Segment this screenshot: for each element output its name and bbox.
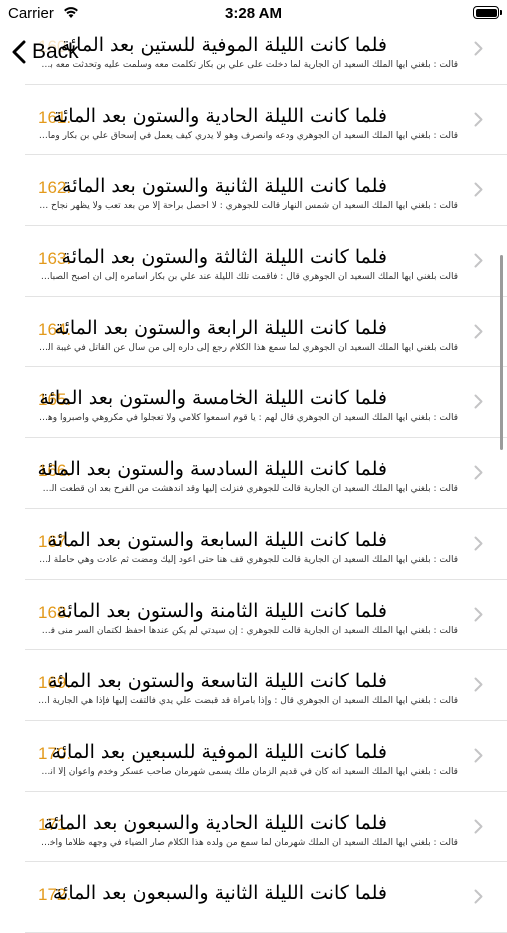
navigation-bar: Back: [0, 28, 507, 74]
list-item[interactable]: 167. فلما كانت الليلة السابعة والستون بع…: [25, 509, 507, 580]
item-snippet: قالت : بلغني أيها الملك السعيد أن الجوهر…: [38, 696, 458, 707]
list-item[interactable]: 165. فلما كانت الليلة الخامسة والستون بع…: [25, 367, 507, 439]
chevron-right-icon: [474, 112, 483, 127]
list-item[interactable]: 170. فلما كانت الليلة الموفية للسبعين بع…: [25, 721, 507, 792]
item-title: فلما كانت الليلة الثانية والستون بعد الم…: [62, 175, 387, 198]
item-title: فلما كانت الليلة الرابعة والستون بعد الم…: [54, 316, 387, 339]
item-title: فلما كانت الليلة الثامنة والستون بعد الم…: [57, 599, 387, 622]
item-snippet: قالت : بلغني أيها الملك السعيد أن الجوهر…: [38, 130, 458, 141]
item-title: فلما كانت الليلة الخامسة والستون بعد الم…: [39, 387, 387, 410]
item-title: فلما كانت الليلة الحادية والستون بعد الم…: [52, 104, 387, 127]
chevron-left-icon: [12, 40, 26, 64]
list-item[interactable]: 171. فلما كانت الليلة الحادية والسبعون ب…: [25, 792, 507, 863]
chevron-right-icon: [474, 607, 483, 621]
battery-icon: [473, 6, 502, 19]
chevron-right-icon: [474, 324, 483, 339]
chevron-right-icon: [474, 536, 483, 551]
list-item[interactable]: 168. فلما كانت الليلة الثامنة والستون بع…: [25, 580, 507, 651]
item-snippet: قالت : بلغني أيها الملك السعيد أن شمس ال…: [38, 201, 458, 212]
item-title: فلما كانت الليلة الثالثة والستون بعد الم…: [61, 246, 387, 269]
item-snippet: قالت بلغني أيها الملك السعيد أن الجوهري …: [38, 342, 458, 353]
back-button[interactable]: Back: [12, 36, 79, 68]
chevron-right-icon: [474, 182, 483, 197]
list-item[interactable]: 164. فلما كانت الليلة الرابعة والستون بع…: [25, 297, 507, 368]
item-snippet: قالت بلغني أيها الملك السعيد أن الجوهري …: [38, 272, 458, 283]
list-item[interactable]: 163. فلما كانت الليلة الثالثة والستون بع…: [25, 226, 507, 297]
item-snippet: قالت : بلغني أيها الملك السعيد أن الملك …: [38, 837, 458, 848]
chevron-right-icon: [474, 677, 483, 692]
chevron-right-icon: [474, 819, 483, 834]
status-time: 3:28 AM: [225, 5, 282, 22]
item-snippet: قالت : بلغني أيها الملك السعيد أنه كان ف…: [38, 766, 458, 777]
list-item[interactable]: 172. فلما كانت الليلة الثانية والسبعون ب…: [25, 862, 507, 933]
chevron-right-icon: [474, 253, 483, 268]
chevron-right-icon: [474, 465, 483, 480]
list-item[interactable]: 161. فلما كانت الليلة الحادية والستون بع…: [25, 85, 507, 156]
item-snippet: قالت : بلغني أيها الملك السعيد أن الجاري…: [38, 484, 458, 495]
item-snippet: قالت : بلغني أيها الملك السعيد أن الجوهر…: [38, 413, 458, 424]
status-bar: Carrier 3:28 AM: [0, 0, 507, 28]
item-title: فلما كانت الليلة السادسة والستون بعد الم…: [37, 458, 387, 481]
item-title: فلما كانت الليلة التاسعة والستون بعد الم…: [47, 670, 387, 693]
item-title: فلما كانت الليلة الثانية والسبعون بعد ال…: [52, 882, 387, 905]
chevron-right-icon: [474, 889, 483, 904]
back-label: Back: [32, 40, 79, 63]
chevron-right-icon: [474, 748, 483, 763]
scrollbar[interactable]: [500, 255, 503, 450]
chapter-list: 160. فلما كانت الليلة الموفية للستين بعد…: [0, 14, 507, 933]
list-item[interactable]: 169. فلما كانت الليلة التاسعة والستون بع…: [25, 650, 507, 721]
item-snippet: قالت : بلغني أيها الملك السعيد أن الجاري…: [38, 554, 458, 565]
item-title: فلما كانت الليلة الحادية والسبعون بعد ال…: [43, 811, 387, 834]
list-item[interactable]: 162. فلما كانت الليلة الثانية والستون بع…: [25, 155, 507, 227]
item-title: فلما كانت الليلة الموفية للسبعين بعد الم…: [51, 740, 387, 763]
item-snippet: قالت : بلغني أيها الملك السعيد أن الجاري…: [38, 625, 458, 636]
list-item[interactable]: 166. فلما كانت الليلة السادسة والستون بع…: [25, 438, 507, 509]
chevron-right-icon: [474, 394, 483, 409]
item-title: فلما كانت الليلة السابعة والستون بعد الم…: [47, 528, 387, 551]
